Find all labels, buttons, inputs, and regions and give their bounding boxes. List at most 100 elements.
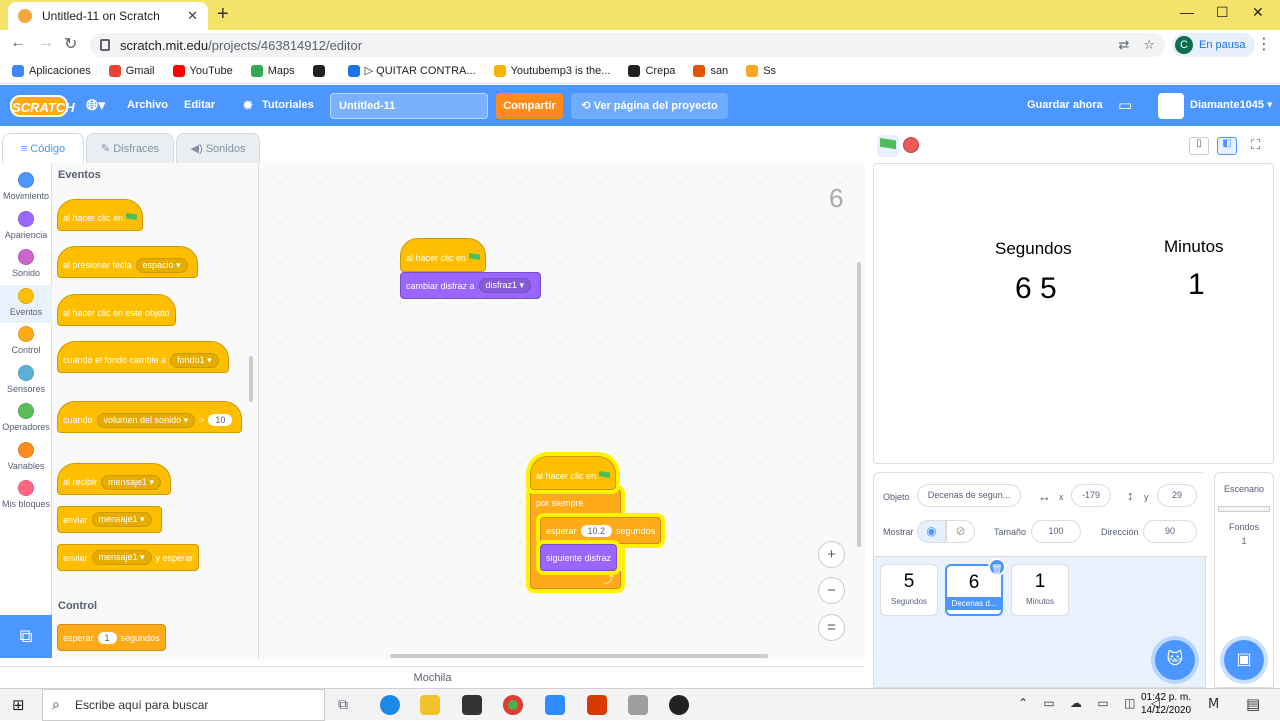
backdrop-dropdown[interactable]: fondo1 ▾ — [170, 352, 219, 368]
script1-when-flag-block[interactable]: al hacer clic en — [400, 238, 487, 272]
menu-dots-icon[interactable]: ⋮ — [1256, 34, 1272, 54]
edit-menu[interactable]: Editar — [184, 85, 215, 126]
sprite-tile[interactable]: 1 Minutos — [1011, 564, 1069, 616]
green-flag-button[interactable] — [877, 135, 899, 157]
tab-code[interactable]: ≡ Código — [2, 133, 84, 163]
bookmark-item[interactable]: Crepa — [628, 64, 675, 77]
broadcast-and-wait-block[interactable]: enviar mensaje1 ▾ y esperar — [57, 544, 200, 571]
backpack[interactable]: Mochila — [0, 666, 865, 688]
hide-eye-icon[interactable]: ⊘ — [946, 520, 975, 543]
script2-next-costume-block[interactable]: siguiente disfraz — [540, 544, 618, 571]
small-stage-icon[interactable]: ▯ — [1189, 137, 1209, 155]
x-input[interactable]: -179 — [1071, 484, 1111, 507]
task-view-icon[interactable]: ⧉ — [338, 696, 348, 713]
loudness-dropdown[interactable]: volumen del sonido ▾ — [96, 412, 196, 428]
folder-icon[interactable]: ▭ — [1118, 85, 1132, 126]
when-backdrop-switches-block[interactable]: cuando el fondo cambie a fondo1 ▾ — [57, 341, 229, 373]
stage[interactable]: Segundos 6 5 Minutos 1 — [873, 163, 1274, 464]
category-mis-bloques[interactable]: Mis bloques — [0, 477, 52, 515]
choose-backdrop-icon[interactable]: ▣ — [1224, 640, 1264, 680]
wait-input[interactable]: 1 — [97, 631, 117, 644]
wait-block[interactable]: esperar 1 segundos — [57, 624, 166, 651]
broadcast-block[interactable]: enviar mensaje1 ▾ — [57, 506, 162, 533]
file-menu[interactable]: Archivo — [127, 85, 168, 126]
bookmark-item[interactable]: Gmail — [108, 64, 155, 77]
y-input[interactable]: 29 — [1157, 484, 1197, 507]
workspace-vertical-scrollbar[interactable] — [857, 262, 861, 547]
wait-input[interactable]: 10.2 — [580, 524, 613, 537]
add-extension-button[interactable]: ⧉ — [0, 615, 52, 658]
fullscreen-icon[interactable]: ⛶ — [1251, 137, 1260, 153]
globe-icon[interactable]: 🌐︎▾ — [86, 85, 106, 126]
category-movimiento[interactable]: Movimiento — [0, 169, 52, 207]
key-dropdown[interactable]: espacio ▾ — [135, 257, 188, 273]
script2-wait-block[interactable]: esperar 10.2 segundos — [540, 517, 662, 544]
see-project-page-button[interactable]: ⟲ Ver página del proyecto — [571, 93, 728, 119]
when-key-pressed-block[interactable]: al presionar tecla espacio ▾ — [57, 246, 198, 278]
when-loudness-block[interactable]: cuando volumen del sonido ▾ >10 — [57, 401, 243, 433]
project-title-input[interactable]: Untitled-11 — [330, 93, 488, 119]
browser-tab[interactable]: Untitled-11 on Scratch ✕ — [8, 2, 208, 30]
bookmark-item[interactable]: ▷ QUITAR CONTRA... — [347, 64, 476, 77]
forward-icon[interactable]: → — [38, 34, 54, 52]
chrome-icon[interactable] — [503, 695, 523, 715]
close-window-icon[interactable]: ✕ — [1252, 4, 1264, 21]
maximize-icon[interactable]: ☐ — [1216, 4, 1229, 21]
username[interactable]: Diamante1045 ▾ — [1190, 85, 1273, 126]
show-eye-icon[interactable]: ◉ — [917, 520, 946, 543]
costume-dropdown[interactable]: disfraz1 ▾ — [478, 278, 532, 293]
message-dropdown[interactable]: mensaje1 ▾ — [91, 512, 152, 527]
edge-icon[interactable] — [380, 695, 400, 715]
sprite-name-input[interactable]: Decenas de segun... — [917, 484, 1021, 507]
star-icon[interactable]: ☆ — [1143, 37, 1155, 53]
tutorials-menu[interactable]: Tutoriales — [262, 85, 314, 126]
category-sonido[interactable]: Sonido — [0, 246, 52, 284]
category-control[interactable]: Control — [0, 323, 52, 361]
bookmark-item[interactable]: Youtubemp3 is the... — [493, 64, 610, 77]
windows-start-icon[interactable]: ⊞ — [12, 696, 25, 714]
script1-switch-costume-block[interactable]: cambiar disfraz a disfraz1 ▾ — [400, 272, 542, 299]
office-icon[interactable] — [587, 695, 607, 715]
bookmark-item[interactable]: YouTube — [172, 64, 233, 77]
category-apariencia[interactable]: Apariencia — [0, 208, 52, 246]
zoom-in-icon[interactable]: + — [818, 541, 845, 568]
bookmark-item[interactable]: Maps — [250, 64, 295, 77]
category-variables[interactable]: Variables — [0, 439, 52, 477]
delete-sprite-icon[interactable]: 🗑︎ — [988, 558, 1006, 576]
tab-sounds[interactable]: ◀) Sonidos — [176, 133, 260, 163]
category-operadores[interactable]: Operadores — [0, 400, 52, 438]
choose-sprite-icon[interactable]: 🐱︎ — [1155, 640, 1195, 680]
translate-icon[interactable]: ⇄ — [1118, 37, 1129, 53]
bookmark-item[interactable] — [312, 64, 330, 77]
share-button[interactable]: Compartir — [496, 93, 563, 119]
loudness-input[interactable]: 10 — [208, 414, 233, 426]
app-icon[interactable] — [628, 695, 648, 715]
scratch-logo[interactable]: SCRATCH — [10, 95, 75, 117]
file-explorer-icon[interactable] — [420, 695, 440, 715]
profile-button[interactable]: C En pausa — [1172, 33, 1256, 57]
user-avatar[interactable] — [1158, 93, 1184, 119]
obs-icon[interactable] — [669, 695, 689, 715]
workspace-horizontal-scrollbar[interactable] — [390, 654, 768, 658]
zoom-reset-icon[interactable]: = — [818, 614, 845, 641]
bookmark-item[interactable]: Ss — [746, 64, 776, 77]
script2-when-flag-block[interactable]: al hacer clic en — [530, 456, 617, 490]
minimize-icon[interactable]: — — [1180, 4, 1194, 20]
store-icon[interactable] — [462, 695, 482, 715]
bookmark-item[interactable]: Aplicaciones — [12, 64, 91, 77]
new-tab-icon[interactable]: + — [217, 3, 229, 26]
sprite-tile[interactable]: 5 Segundos — [880, 564, 938, 616]
bookmark-item[interactable]: san — [693, 64, 728, 77]
category-eventos[interactable]: Eventos — [0, 284, 52, 323]
taskbar-search-input[interactable]: Escribe aquí para buscar — [42, 689, 325, 721]
direction-input[interactable]: 90 — [1143, 520, 1197, 543]
back-icon[interactable]: ← — [10, 34, 26, 52]
url-field[interactable]: scratch.mit.edu/projects/463814912/edito… — [90, 33, 1165, 57]
when-flag-clicked-block[interactable]: al hacer clic en — [57, 199, 144, 231]
when-sprite-clicked-block[interactable]: al hacer clic en este objeto — [57, 294, 176, 326]
when-i-receive-block[interactable]: al recibir mensaje1 ▾ — [57, 463, 172, 495]
close-tab-icon[interactable]: ✕ — [187, 8, 198, 24]
reload-icon[interactable]: ↻ — [64, 34, 77, 54]
stop-button[interactable] — [903, 137, 919, 153]
taskbar-clock[interactable]: 01:42 p. m. 14/12/2020 — [1136, 691, 1196, 717]
